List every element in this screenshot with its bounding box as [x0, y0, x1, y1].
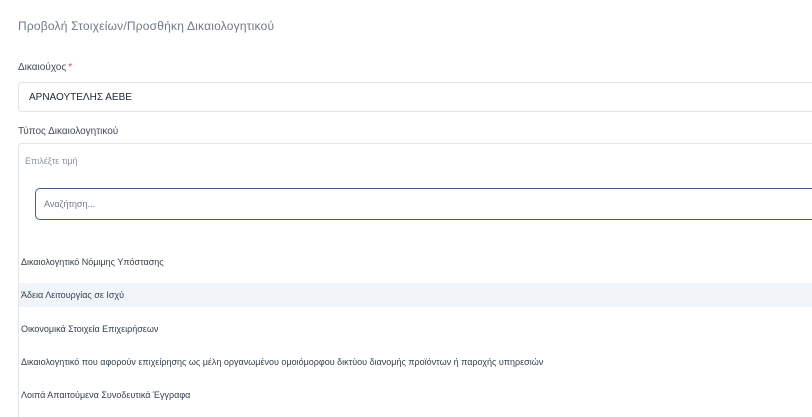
beneficiary-label: Δικαιούχος *: [18, 62, 72, 73]
document-type-label: Τύπος Δικαιολογητικού: [18, 126, 119, 137]
required-asterisk: *: [68, 62, 73, 73]
dropdown-option[interactable]: Λοιπά Απαιτούμενα Συνοδευτικά Έγγραφα: [19, 384, 812, 406]
dropdown-option[interactable]: Δικαιολογητικό Νόμιμης Υπόστασης: [19, 251, 812, 273]
beneficiary-select-value: ΑΡΝΑΟΥΤΕΛΗΣ ΑΕΒΕ: [29, 91, 132, 103]
beneficiary-label-text: Δικαιούχος: [18, 62, 67, 73]
document-type-placeholder: Επιλέξτε τιμή: [25, 155, 78, 166]
dropdown-option[interactable]: Οικονομικά Στοιχεία Επιχειρήσεων: [19, 318, 812, 340]
dropdown-option[interactable]: Δικαιολογητικό που αφορούν επιχείρησης ω…: [19, 351, 812, 373]
document-type-select[interactable]: Επιλέξτε τιμή: [18, 143, 812, 177]
beneficiary-select[interactable]: ΑΡΝΑΟΥΤΕΛΗΣ ΑΕΒΕ: [18, 82, 812, 112]
dropdown-options-list: Δικαιολογητικό Νόμιμης Υπόστασης Άδεια Λ…: [19, 251, 812, 417]
page-title: Προβολή Στοιχείων/Προσθήκη Δικαιολογητικ…: [18, 19, 275, 33]
dropdown-option[interactable]: Άδεια Λειτουργίας σε Ισχύ: [19, 283, 812, 307]
dropdown-search-input[interactable]: [35, 188, 812, 220]
document-type-dropdown: Δικαιολογητικό Νόμιμης Υπόστασης Άδεια Λ…: [18, 177, 812, 417]
